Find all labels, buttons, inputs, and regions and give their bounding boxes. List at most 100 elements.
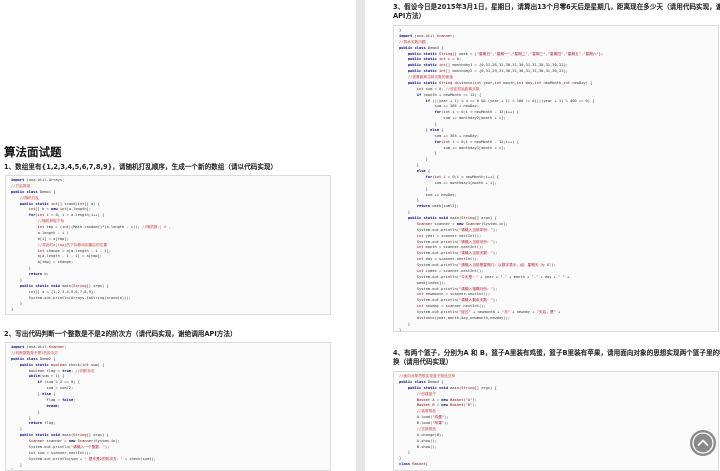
code-line: } [11, 415, 31, 420]
code-line: week[index]); [399, 280, 446, 285]
code-line: public static int[] monthday1 = {0,31,28… [407, 63, 568, 68]
code-line: } [399, 456, 402, 461]
code-line: flag = false; [11, 397, 76, 402]
code-line: } [399, 450, 411, 455]
code-line: //算术天数问题 [399, 39, 426, 44]
code-line: Scanner scanner = new Scanner(System.in)… [416, 221, 508, 226]
code-line: public class Demo2 { [11, 356, 56, 361]
code-line: } [399, 327, 402, 332]
right-page: 3、假设今日是2015年3月1日，星期日，请算出13个月零6天后是星期几，距离现… [365, 0, 720, 471]
code-line: System.out.println("经过" + newmonth + "月"… [399, 310, 561, 314]
code-line: import java.util.Scanner; [11, 345, 67, 349]
code-line: return week[sum%7]; [416, 204, 459, 209]
question-4-title-line-2: 换（请用代码实现） [393, 358, 453, 366]
code-line: return b; [28, 272, 49, 276]
chevron-up-icon [692, 432, 714, 454]
code-line: } [399, 186, 428, 191]
code-line: Scanner scanner = new Scanner(System.in)… [28, 439, 120, 443]
code-line: if (month + newMonth >= 12) { [416, 92, 482, 97]
code-line: for(int i = 0; i < a.length;i++) { [28, 213, 105, 218]
code-line: distance(year,month,day,newmonth,newday)… [399, 315, 511, 320]
code-line: } [399, 157, 428, 162]
code-line: System.out.println("今天是：" + year + "-" +… [399, 274, 570, 279]
code-line: } [399, 151, 437, 156]
code-line: int change = a[a.length - i - 1]; [37, 248, 111, 253]
left-page: 算法面试题 1、数组里有{1,2,3,4,5,6,7,8,9}，请随机打乱顺序，… [0, 0, 356, 471]
code-line: } [399, 122, 437, 126]
code-line: break; [46, 403, 60, 408]
code-line: //创建篮子 [416, 391, 436, 396]
code-line: System.out.println("请输入一个整数："); [11, 444, 110, 449]
code-line: //面向对象思想实现篮子物品交换 [399, 374, 456, 378]
code-line: else { [416, 169, 431, 173]
code-line: import java.util.Arrays; [11, 178, 65, 182]
code-line: //装载物品 [416, 409, 436, 414]
code-line: //将此时a[tmp]的下标移动到靠后的位置 [37, 242, 108, 247]
code-line: if (sum % 2 == 0) { [37, 380, 80, 385]
code-line: a[a.length - i - 1] = a[tmp]; [11, 254, 103, 259]
code-line: if (((year + 1) % 4 == 0 && (year + 1) %… [425, 98, 595, 103]
question-3-title-line-2: API方法） [393, 12, 426, 20]
code-line: } [11, 301, 23, 306]
code-line: } [11, 277, 23, 282]
code-line: //判断整数是不是2的阶次方 [11, 350, 59, 355]
question-3-code: } import java.util.Scanner; //算术天数问题 pub… [394, 26, 718, 332]
code-line: System.out.println("请输入当前年份："); [399, 227, 498, 232]
code-line: A.show(); [399, 438, 437, 443]
code-line: int year = scanner.nextInt(); [416, 233, 482, 238]
code-line: B.show(); [399, 444, 437, 449]
code-line: //查看距离当前天数的差值 [407, 75, 453, 79]
code-line: import java.util.Scanner; [399, 33, 455, 38]
code-line: int tmp = (int)(Math.random()*(a.length … [37, 225, 171, 229]
question-2-title: 2、写出代码判断一个整数是不是2的阶次方（请代码实现，谢绝调用API方法） [4, 330, 237, 338]
section-title: 算法面试题 [4, 145, 62, 159]
question-2-code: import java.util.Scanner; //判断整数是不是2的阶次方… [6, 343, 330, 470]
question-4-code-block: //面向对象思想实现篮子物品交换 public class Demo4 { pu… [393, 371, 719, 471]
code-line: b[i] = a[tmp]; [11, 236, 69, 241]
question-1-title: 1、数组里有{1,2,3,4,5,6,7,8,9}，请随机打乱顺序，生成一个新的… [4, 163, 278, 171]
code-line: } [399, 198, 419, 203]
back-to-top-button[interactable] [690, 430, 716, 456]
code-line: int sum = scanner.nextInt(); [28, 450, 91, 455]
question-3-code-block: } import java.util.Scanner; //算术天数问题 pub… [393, 25, 719, 332]
code-line: public class Demo1 { [11, 189, 56, 194]
code-line: public static int i = 0; [407, 57, 462, 62]
code-line: Basket B = new Basket("B"); [416, 403, 477, 408]
question-4-title-line-1: 4、有两个篮子，分别为A 和 B，篮子A里装有鸡蛋，篮子B里装有苹果，请用面向对… [393, 349, 720, 357]
code-line: sum += monthday1[month + i]; [399, 145, 506, 150]
question-1-code: import java.util.Arrays; //打乱数组 public c… [6, 176, 330, 314]
code-line: } [11, 307, 14, 312]
question-1-code-block: import java.util.Arrays; //打乱数组 public c… [5, 175, 331, 315]
code-line: for(int i = 0;i < newMonth;i++) { [425, 174, 499, 179]
code-line: for(int i = 0;i < newMonth - 12;i++) { [434, 110, 519, 115]
code-line: } else { [11, 392, 56, 396]
code-line: public static int[] monthday2 = {0,31,29… [407, 69, 568, 74]
code-line: B.load("苹果"); [399, 421, 449, 425]
code-line: int month = scanner.nextInt(); [416, 245, 484, 250]
code-line: boolean flag = true; //判断标志 [28, 368, 95, 373]
code-line: System.out.println("请输入当前是星期几：以数字表示，如：星期… [399, 263, 556, 267]
code-line: sum += monthday2[month + i]; [399, 116, 506, 121]
code-line: System.out.println("请输入当前天数："); [399, 251, 498, 256]
code-line: } [399, 321, 411, 326]
code-line: System.out.println(Arrays.toString(srand… [11, 295, 131, 300]
code-line: for(int i = 0;i < newMonth - 12;i++) { [434, 139, 519, 144]
code-line: sum += monthday1[month + i]; [399, 180, 497, 185]
code-line: public static void main(String[] args) { [19, 283, 109, 288]
code-line: } [11, 462, 23, 467]
code-line: Basket A = new Basket("A"); [416, 397, 477, 402]
code-line: A.change(B); [399, 432, 444, 437]
code-line: sum += 365 + newDay; [399, 133, 479, 138]
code-line: System.out.println("请输入相隔月份："); [399, 286, 498, 291]
code-line: public static void main(String[] args) { [407, 216, 497, 220]
code-line: int newmonth = scanner.nextInt(); [416, 292, 491, 297]
code-line: //随机获取下标 [37, 219, 65, 224]
code-line: System.out.println("请输入剩余天数："); [399, 298, 498, 303]
code-line: //随机打乱 [19, 195, 40, 200]
code-line: } [399, 28, 402, 32]
code-line: return flag; [28, 421, 56, 426]
code-line: int index = scanner.nextInt(); [416, 268, 484, 273]
question-2-code-block: import java.util.Scanner; //判断整数是不是2的阶次方… [5, 342, 331, 471]
code-line: int[] a = {1,2,3,4,5,6,7,8,9}; [28, 289, 96, 294]
code-line: public class Demo3 { [399, 45, 444, 50]
